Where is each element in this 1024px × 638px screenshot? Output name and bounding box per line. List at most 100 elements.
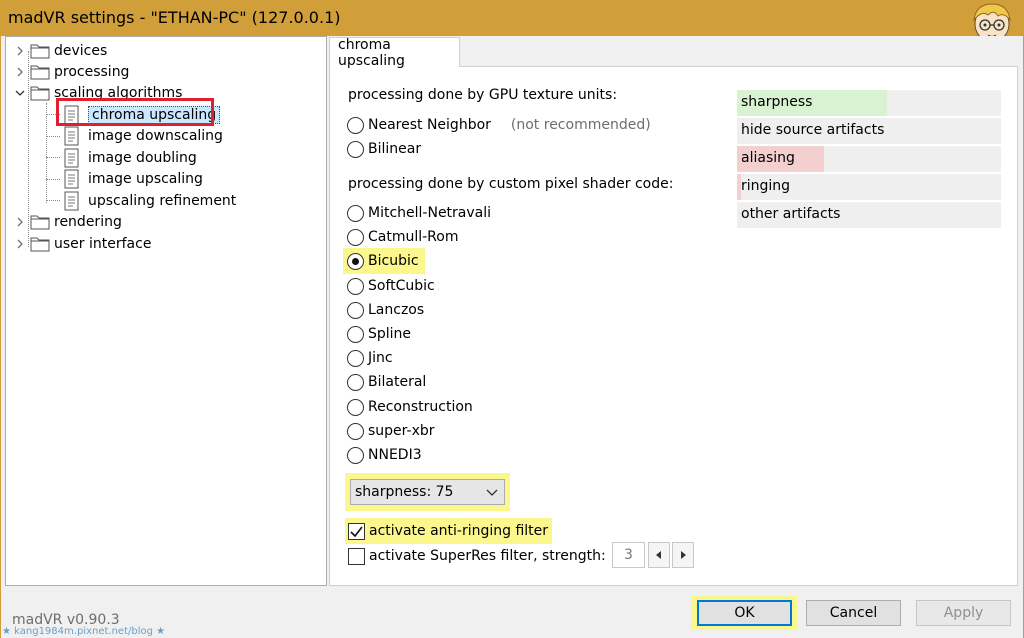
radio-button[interactable] xyxy=(347,422,364,440)
radio-bilateral[interactable]: Bilateral xyxy=(347,371,426,393)
spin-right-button[interactable] xyxy=(672,542,694,568)
radio-bicubic[interactable]: Bicubic xyxy=(343,248,425,274)
apply-button[interactable]: Apply xyxy=(916,600,1011,626)
shader-group-label: processing done by custom pixel shader c… xyxy=(348,176,674,192)
arrow-right-icon xyxy=(681,551,686,559)
radio-label: SoftCubic xyxy=(368,278,435,294)
tree-connector xyxy=(46,103,47,203)
radio-button[interactable] xyxy=(347,301,364,319)
not-recommended-note: (not recommended) xyxy=(510,117,651,133)
radio-button[interactable] xyxy=(347,277,364,295)
sharpness-value: sharpness: 75 xyxy=(355,484,454,500)
tree-connector xyxy=(46,136,60,137)
tree-item-user-interface[interactable]: user interface xyxy=(14,233,151,254)
chevron-down-icon[interactable] xyxy=(14,87,26,99)
folder-icon xyxy=(30,44,50,59)
radio-button[interactable] xyxy=(347,140,364,158)
radio-spline[interactable]: Spline xyxy=(347,323,411,345)
radio-button[interactable] xyxy=(347,116,364,134)
tree-item-devices[interactable]: devices xyxy=(14,40,107,61)
legend-sharpness: sharpness xyxy=(737,90,1001,116)
radio-button[interactable] xyxy=(347,446,364,464)
tree-connector xyxy=(46,157,60,158)
legend-aliasing: aliasing xyxy=(737,146,1001,172)
tree-connector xyxy=(46,179,60,180)
tree-item-label: image downscaling xyxy=(88,127,223,144)
folder-icon xyxy=(30,215,50,230)
radio-button[interactable] xyxy=(347,349,364,367)
legend-other-artifacts: other artifacts xyxy=(737,202,1001,228)
sharpness-dropdown[interactable]: sharpness: 75 xyxy=(350,479,505,505)
tree-item-upscaling-refinement[interactable]: upscaling refinement xyxy=(63,190,236,211)
folder-icon xyxy=(30,86,50,101)
chevron-right-icon[interactable] xyxy=(14,66,26,78)
gpu-group-label: processing done by GPU texture units: xyxy=(348,87,618,103)
tree-item-label: user interface xyxy=(54,235,152,252)
radio-nearest-neighbor[interactable]: Nearest Neighbor (not recommended) xyxy=(347,114,651,136)
radio-button[interactable] xyxy=(347,204,364,222)
tree-item-rendering[interactable]: rendering xyxy=(14,211,122,232)
arrow-left-icon xyxy=(656,551,661,559)
tree-item-label: devices xyxy=(54,42,108,59)
tree-item-label: image upscaling xyxy=(88,170,203,187)
radio-label: Bilateral xyxy=(368,374,427,390)
tree-item-label: image doubling xyxy=(88,149,197,166)
radio-button[interactable] xyxy=(347,325,364,343)
radio-jinc[interactable]: Jinc xyxy=(347,347,393,369)
settings-tree[interactable]: devices processing scaling algorithms ch… xyxy=(5,36,327,586)
radio-nnedi3[interactable]: NNEDI3 xyxy=(347,444,422,466)
tree-item-label: processing xyxy=(54,63,130,80)
superres-label: activate SuperRes filter, strength: xyxy=(369,548,606,564)
radio-button[interactable] xyxy=(347,228,364,246)
chevron-right-icon[interactable] xyxy=(14,216,26,228)
chevron-down-icon xyxy=(486,489,498,496)
tree-item-label: upscaling refinement xyxy=(88,192,237,209)
spin-left-button[interactable] xyxy=(648,542,670,568)
radio-label: Bilinear xyxy=(368,141,422,157)
radio-mitchell-netravali[interactable]: Mitchell-Netravali xyxy=(347,202,491,224)
radio-label: Nearest Neighbor xyxy=(368,117,491,133)
tree-connector xyxy=(46,200,60,201)
radio-label: Mitchell-Netravali xyxy=(368,205,492,221)
ok-button[interactable]: OK xyxy=(697,600,792,626)
radio-label: Spline xyxy=(368,326,412,342)
chevron-right-icon[interactable] xyxy=(14,238,26,250)
window-title: madVR settings - "ETHAN-PC" (127.0.0.1) xyxy=(8,8,341,27)
tab-chroma-upscaling[interactable]: chroma upscaling xyxy=(329,36,460,69)
radio-button[interactable] xyxy=(347,398,364,416)
annotation-red-box xyxy=(56,98,214,126)
anti-ringing-checkbox[interactable] xyxy=(348,522,365,540)
legend-label: other artifacts xyxy=(741,206,841,222)
anti-ringing-label: activate anti-ringing filter xyxy=(369,523,549,539)
radio-button[interactable] xyxy=(347,373,364,391)
anti-ringing-checkbox-row[interactable]: activate anti-ringing filter xyxy=(345,518,553,544)
legend-label: aliasing xyxy=(741,150,795,166)
superres-checkbox[interactable] xyxy=(348,547,365,565)
radio-bilinear[interactable]: Bilinear xyxy=(347,138,421,160)
tree-item-image-doubling[interactable]: image doubling xyxy=(63,147,197,168)
radio-reconstruction[interactable]: Reconstruction xyxy=(347,396,473,418)
radio-button-checked[interactable] xyxy=(347,252,364,270)
watermark: ★ kang1984m.pixnet.net/blog ★ xyxy=(2,626,166,637)
sharpness-highlight: sharpness: 75 xyxy=(345,473,510,511)
radio-softcubic[interactable]: SoftCubic xyxy=(347,275,435,297)
legend-ringing: ringing xyxy=(737,174,1001,200)
radio-lanczos[interactable]: Lanczos xyxy=(347,299,424,321)
superres-strength-field[interactable]: 3 xyxy=(612,542,645,568)
legend-label: hide source artifacts xyxy=(741,122,885,138)
tab-label: chroma upscaling xyxy=(338,36,405,69)
document-icon xyxy=(64,169,79,188)
folder-icon xyxy=(30,65,50,80)
legend-label: sharpness xyxy=(741,94,813,110)
radio-super-xbr[interactable]: super-xbr xyxy=(347,420,435,442)
superres-checkbox-row[interactable]: activate SuperRes filter, strength: xyxy=(345,544,610,568)
tree-item-image-upscaling[interactable]: image upscaling xyxy=(63,168,203,189)
chevron-right-icon[interactable] xyxy=(14,45,26,57)
cancel-button[interactable]: Cancel xyxy=(806,600,901,626)
document-icon xyxy=(64,148,79,167)
radio-catmull-rom[interactable]: Catmull-Rom xyxy=(347,226,459,248)
document-icon xyxy=(64,126,79,145)
tree-item-processing[interactable]: processing xyxy=(14,61,129,82)
radio-label: Catmull-Rom xyxy=(368,229,459,245)
tree-item-image-downscaling[interactable]: image downscaling xyxy=(63,125,223,146)
